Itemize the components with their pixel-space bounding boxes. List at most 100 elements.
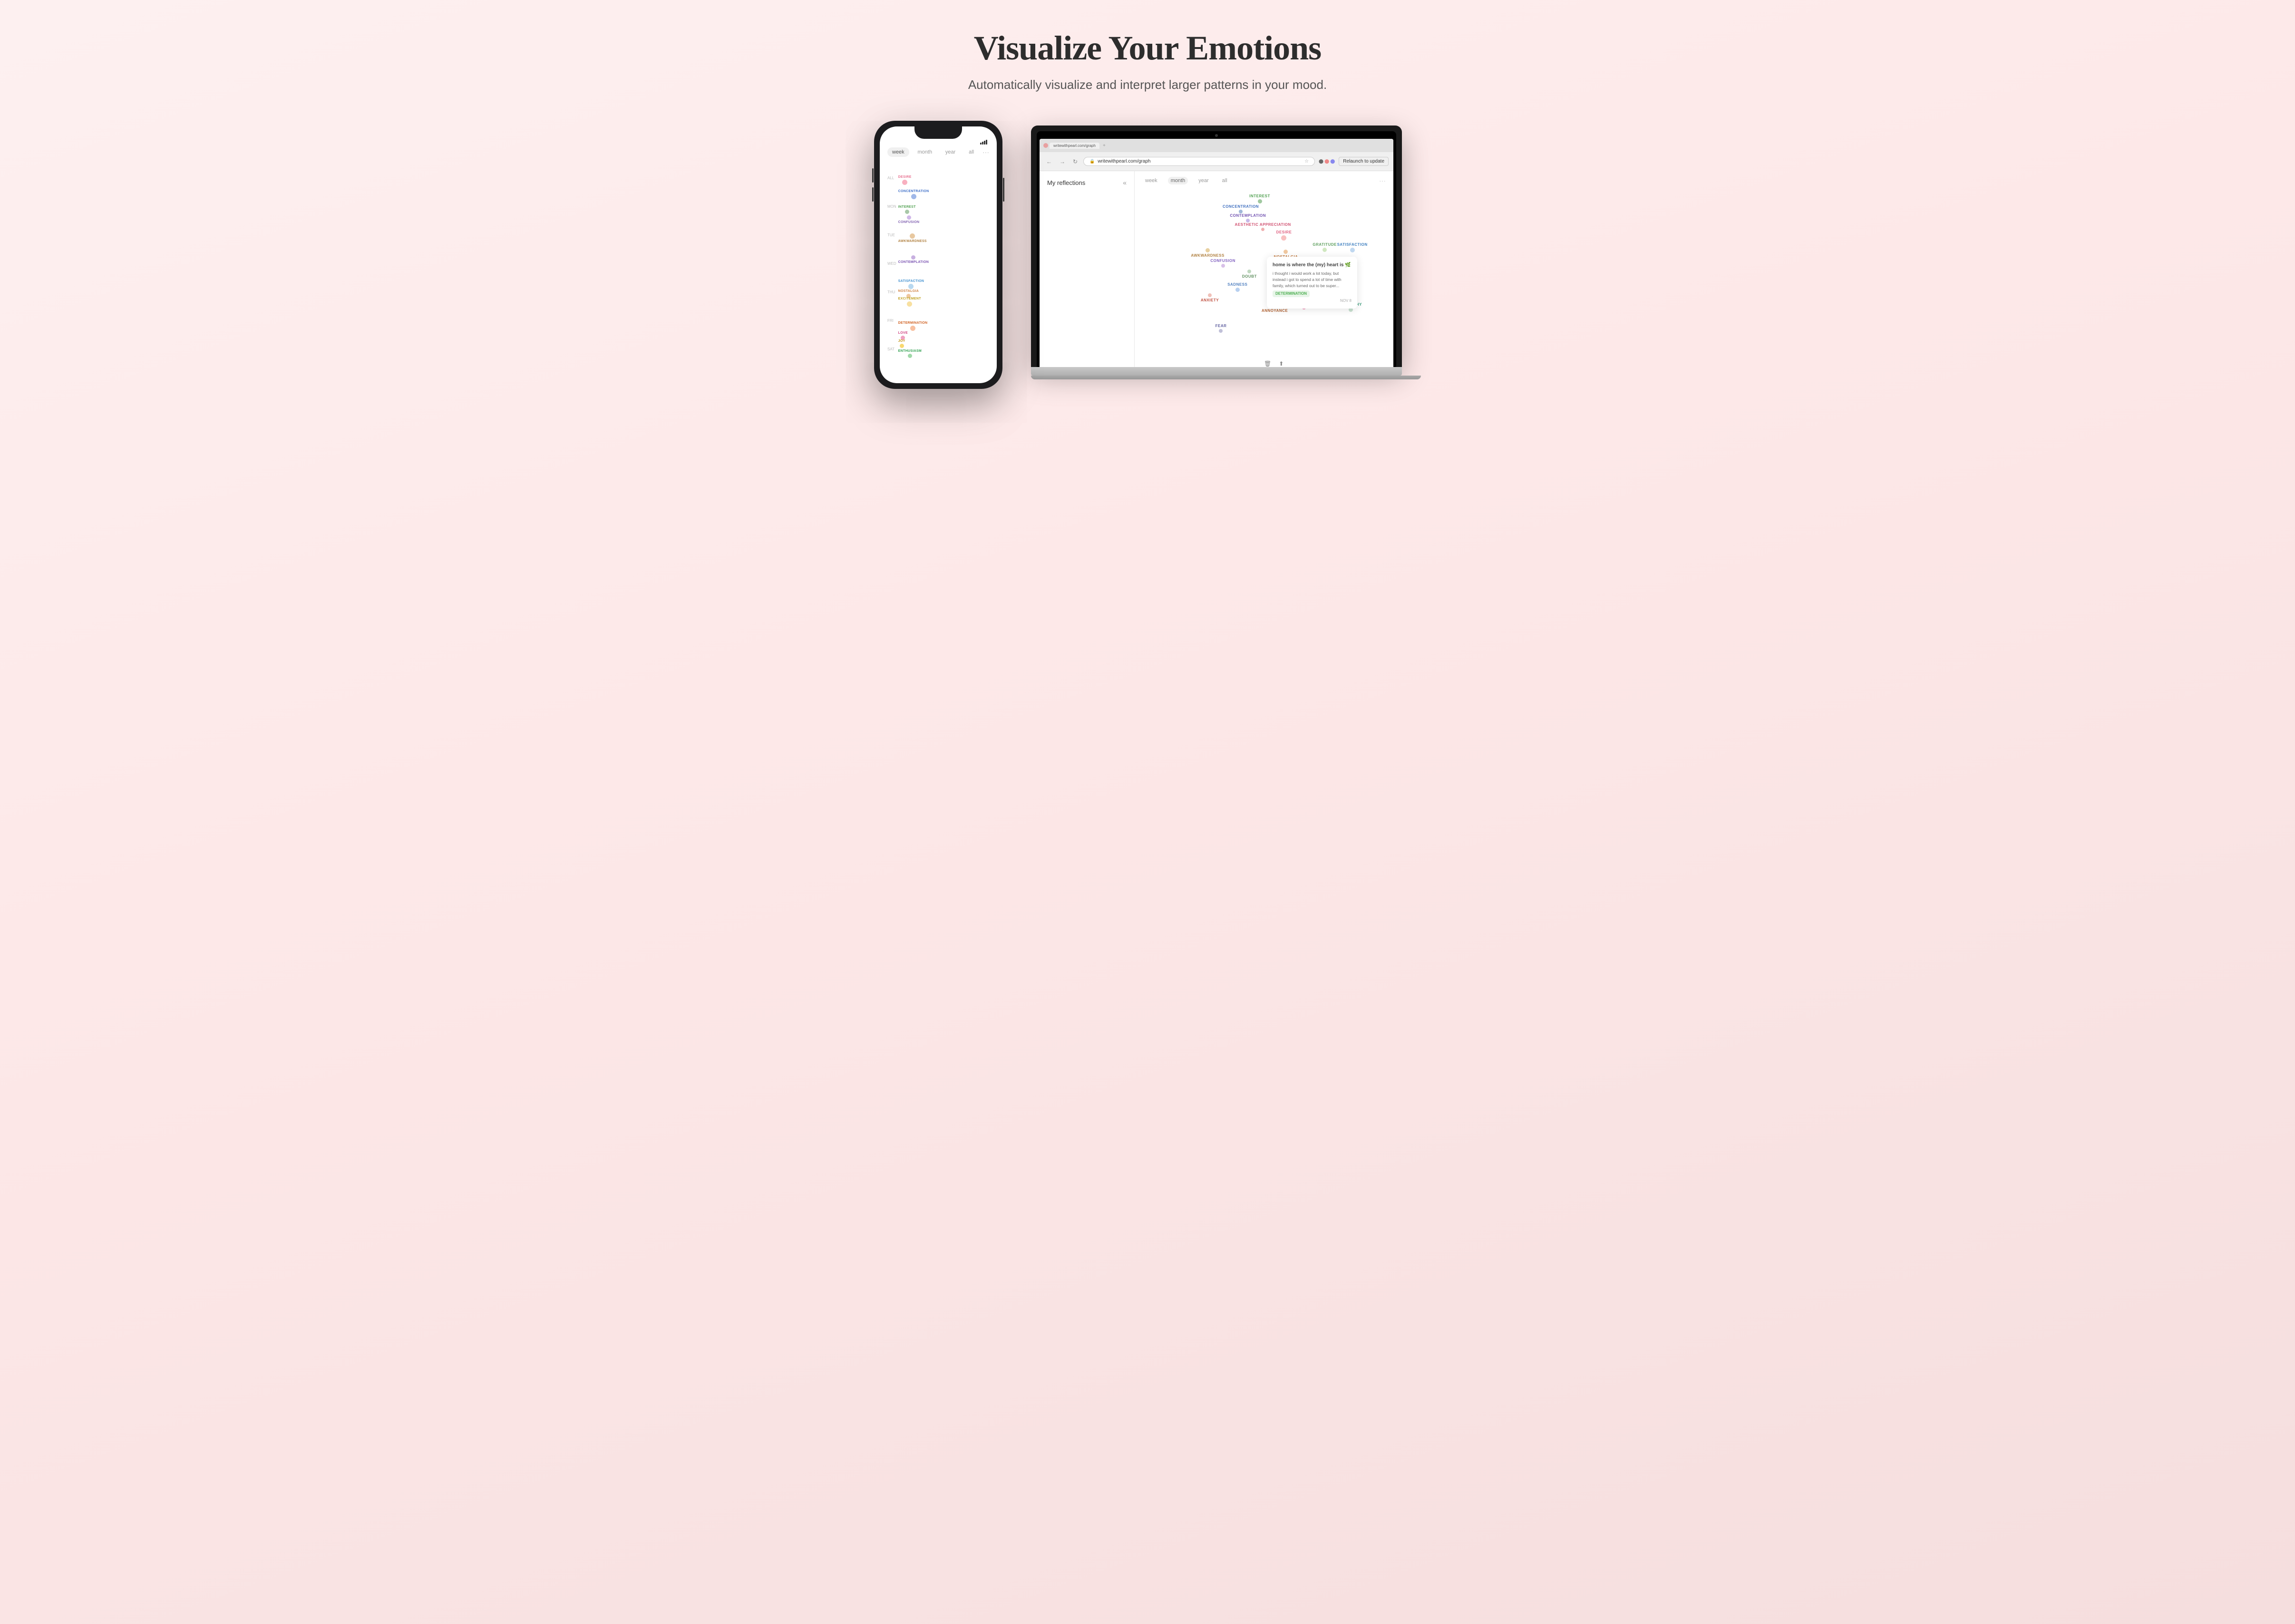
more-options-button[interactable]: ··· [1379,177,1386,184]
ext-icon-3: ⬤ [1330,159,1335,164]
browser-tabs-bar: writewithpearl.com/graph + [1040,139,1393,152]
emotion-awkwardness: AWKWARDNESS [1191,248,1224,258]
phone-more-button[interactable]: ··· [982,148,989,156]
tab-year[interactable]: year [1196,177,1211,184]
hero-subtitle: Automatically visualize and interpret la… [968,77,1327,92]
journal-tooltip: home is where the (my) heart is 🌿 i thou… [1267,257,1357,309]
back-button[interactable]: ← [1044,157,1054,166]
tooltip-tag: DETERMINATION [1273,290,1310,297]
tab-icons-row: writewithpearl.com/graph + [1043,143,1390,149]
address-text: writewithpearl.com/graph [1098,159,1150,164]
tooltip-date: NOV 8 [1273,298,1352,304]
extension-icons: ⬤ ⬤ ⬤ [1319,159,1335,164]
new-tab-button[interactable]: + [1103,143,1106,148]
phone-body: week month year all ··· ALL MON TUE WED [874,121,1002,389]
day-fri: FRI [887,306,896,335]
phone-emotion-excitement: EXCITEMENT [898,297,921,307]
laptop-base [1031,367,1402,376]
phone-emotion-enthusiasm: ENTHUSIASM [898,349,922,358]
tab-month[interactable]: month [1168,177,1188,184]
lock-icon: 🔒 [1089,159,1095,164]
address-bar-row: ← → ↻ 🔒 writewithpearl.com/graph ☆ [1044,155,1389,168]
forward-button[interactable]: → [1058,157,1067,166]
tooltip-body: i thought i would work a lot today, but … [1273,271,1352,289]
favicon-icon [1043,143,1048,148]
day-labels: ALL MON TUE WED THU FRI SAT [887,164,896,363]
day-mon: MON [887,192,896,221]
phone-emotion-interest: INTEREST [898,205,916,214]
phone-tab-year[interactable]: year [941,147,960,157]
phone-emotion-awkwardness: AWKWARDNESS [898,233,927,243]
tab-week[interactable]: week [1142,177,1160,184]
phone-tab-week[interactable]: week [887,147,909,157]
sidebar-collapse-button[interactable]: « [1123,179,1127,186]
phone-emotion-confusion: CONFUSION [898,215,920,224]
day-tue: TUE [887,221,896,249]
app-main-content: week month year all ··· INTEREST [1135,171,1393,367]
laptop-foot [1031,376,1421,379]
laptop-emotion-map: INTEREST CONCENTRATION CONTEMPLATION [1142,190,1386,367]
emotion-interest: INTEREST [1249,194,1270,203]
export-icon[interactable]: ⬆ [1279,360,1284,367]
emotion-desire: DESIRE [1276,230,1292,241]
browser-toolbar: ← → ↻ 🔒 writewithpearl.com/graph ☆ [1040,152,1393,171]
tab-all[interactable]: all [1219,177,1230,184]
phone-emotion-desire: DESIRE [898,175,912,185]
signal-icon [980,140,987,145]
volume-up-button[interactable] [872,168,874,183]
phone-emotion-nostalgia: NOSTALGIA [898,290,919,298]
emotion-confusion: CONFUSION [1210,259,1235,268]
tooltip-title: home is where the (my) heart is 🌿 [1273,261,1352,269]
day-wed: WED [887,249,896,278]
phone-tab-month[interactable]: month [913,147,937,157]
phone-notch [914,126,962,139]
emotion-fear: FEAR [1216,324,1227,333]
phone-app-content: week month year all ··· ALL MON TUE WED [880,147,997,363]
relaunch-button[interactable]: Relaunch to update [1339,157,1389,166]
emotion-gratitude: GRATITUDE [1313,242,1337,252]
phone-time-tabs: week month year all ··· [887,147,989,157]
address-bar[interactable]: 🔒 writewithpearl.com/graph ☆ [1083,157,1315,166]
volume-down-button[interactable] [872,187,874,202]
emotion-satisfaction: SATISFACTION [1337,242,1368,252]
laptop-camera [1215,134,1218,137]
emotion-concentration: CONCENTRATION [1223,204,1259,213]
emotion-sadness: SADNESS [1227,282,1247,292]
app-sidebar: My reflections « [1040,171,1135,367]
day-sat: SAT [887,335,896,363]
laptop-body: writewithpearl.com/graph + ← → ↻ 🔒 w [1031,126,1402,367]
sidebar-title-text: My reflections [1047,179,1085,186]
emotion-anxiety: ANXIETY [1201,293,1219,302]
delete-icon[interactable]: 🗑 [1264,360,1271,367]
power-button[interactable] [1003,178,1004,202]
emotion-contemplation: CONTEMPLATION [1230,213,1266,222]
phone-emotion-love: LOVE [898,331,908,340]
app-layout: My reflections « week month year all ··· [1040,171,1393,367]
sidebar-header: My reflections « [1047,179,1127,186]
bottom-toolbar: 🗑 ⬆ [1264,360,1284,367]
phone-content-area: ALL MON TUE WED THU FRI SAT DESIRE [887,164,989,363]
phone-emotion-joy: JOY [898,339,905,348]
phone-tab-all[interactable]: all [964,147,979,157]
emotion-doubt: DOUBT [1242,270,1257,279]
address-action-icons: ☆ [1304,159,1309,164]
laptop-screen: writewithpearl.com/graph + ← → ↻ 🔒 w [1040,139,1393,367]
active-browser-tab[interactable]: writewithpearl.com/graph [1050,143,1099,149]
phone-screen: week month year all ··· ALL MON TUE WED [880,126,997,383]
refresh-button[interactable]: ↻ [1071,157,1079,166]
laptop-screen-bezel: writewithpearl.com/graph + ← → ↻ 🔒 w [1037,131,1396,367]
devices-container: week month year all ··· ALL MON TUE WED [886,121,1409,379]
phone-emotion-determination: DETERMINATION [898,321,928,331]
time-tabs: week month year all ··· [1142,177,1386,184]
hero-section: Visualize Your Emotions Automatically vi… [968,29,1327,92]
phone-device: week month year all ··· ALL MON TUE WED [874,121,1002,389]
hero-title: Visualize Your Emotions [968,29,1327,68]
star-icon[interactable]: ☆ [1304,159,1309,164]
day-thu: THU [887,278,896,306]
ext-icon-1: ⬤ [1319,159,1323,164]
day-all: ALL [887,164,896,192]
laptop-device: writewithpearl.com/graph + ← → ↻ 🔒 w [1031,126,1421,379]
phone-emotion-concentration: CONCENTRATION [898,190,929,199]
phone-emotion-contemplation: CONTEMPLATION [898,255,929,264]
ext-icon-2: ⬤ [1324,159,1329,164]
